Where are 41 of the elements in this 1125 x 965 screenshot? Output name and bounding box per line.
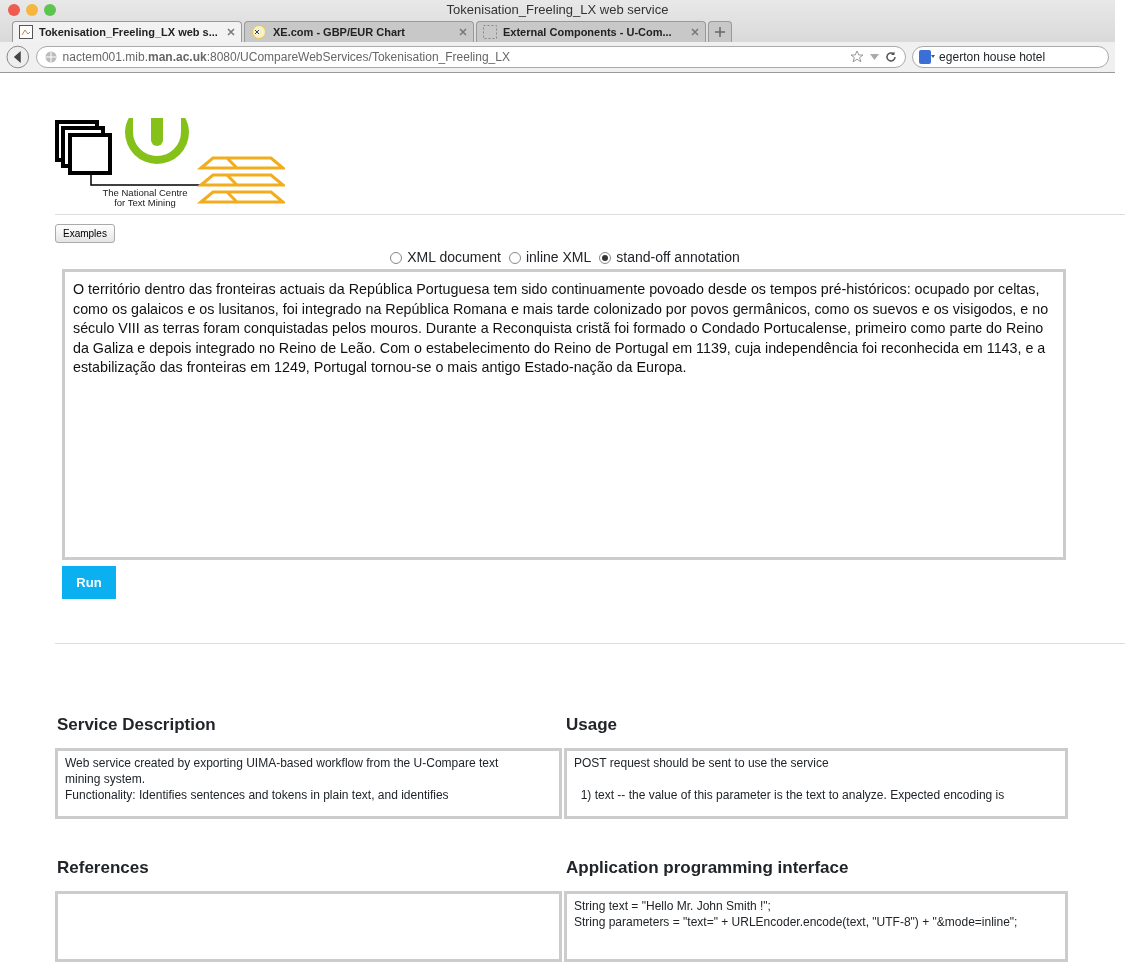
back-icon[interactable]: [6, 45, 30, 69]
radio-label: stand-off annotation: [616, 248, 740, 267]
browser-tab[interactable]: Tokenisation_Freeling_LX web s...: [12, 21, 242, 42]
section-heading: Service Description: [57, 714, 217, 734]
xe-logo-icon: [251, 25, 267, 39]
logo-caption: for Text Mining: [113, 198, 177, 208]
section-heading: Application programming interface: [566, 857, 850, 877]
radio-button[interactable]: [390, 251, 403, 264]
page-icon: [19, 25, 33, 39]
star-icon[interactable]: [850, 50, 865, 64]
new-tab-button[interactable]: [708, 21, 732, 42]
examples-button[interactable]: Examples: [55, 224, 115, 243]
logo-caption: The National Centre: [101, 188, 189, 198]
radio-label: XML document: [407, 248, 501, 267]
close-icon[interactable]: [691, 28, 699, 36]
section-heading: Usage: [566, 714, 619, 734]
window-title: Tokenisation_Freeling_LX web service: [446, 1, 669, 20]
blank-page-icon: [483, 25, 497, 39]
close-icon[interactable]: [459, 28, 467, 36]
address-bar[interactable]: nactem001.mib.man.ac.uk:8080/UCompareWebServices/Tokenisation_Freeling_LX: [35, 46, 907, 68]
globe-icon: [44, 51, 57, 63]
text-area[interactable]: Web service created by exporting UIMA-based workflow from the U-Compare text mining system. Functionality: Identifies sentences and tokens in plain text, and identifies: [55, 748, 562, 819]
text-area[interactable]: String text = "Hello Mr. John Smith !"; String parameters = "text=" + URLEncoder.encode(text, "UTF-8") + "&mode=inline";: [564, 891, 1068, 962]
text-input-area[interactable]: O território dentro das fronteiras actuais da República Portuguesa tem sido continuamente povoado desde os tempos pré-históricos: ocupado por celtas, como os galaicos e os lusitanos, foi integrado na República Romana e mais tarde colonizado por povos germânicos, como os suevos e os visigodos, e no século VIII as terras foram conquistadas pelos mouros. Durante a Reconquista cristã foi formado o Condado Portucalense, primeiro como parte do Reino da Galiza e depois integrado no Reino de Leão. Com o estabelecimento do Reino de Portugal em 1139, cuja independência foi reconhecida em 1143, e a estabilização das fronteiras em 1249, Portugal tornou-se o mais antigo Estado-nação da Europa.: [62, 269, 1066, 560]
plus-icon: [715, 27, 725, 37]
radio-label: inline XML: [525, 248, 592, 267]
text-area[interactable]: [55, 891, 562, 962]
search-field[interactable]: egerton house hotel: [912, 46, 1109, 68]
minimize-icon[interactable]: [26, 4, 38, 16]
zoom-icon[interactable]: [44, 4, 56, 16]
text-area[interactable]: POST request should be sent to use the service 1) text -- the value of this parameter is the text to analyze. Expected encoding is: [564, 748, 1068, 819]
dropdown-icon[interactable]: [870, 54, 880, 60]
section-heading: References: [57, 857, 150, 877]
browser-tab[interactable]: External Components - U-Com...: [476, 21, 706, 42]
radio-button[interactable]: [599, 251, 612, 264]
radio-button[interactable]: [508, 251, 521, 264]
search-engine-icon: [919, 50, 936, 64]
close-icon[interactable]: [8, 4, 20, 16]
close-icon[interactable]: [227, 28, 235, 36]
browser-tab[interactable]: XE.com - GBP/EUR Chart: [244, 21, 474, 42]
reload-icon[interactable]: [885, 51, 898, 63]
